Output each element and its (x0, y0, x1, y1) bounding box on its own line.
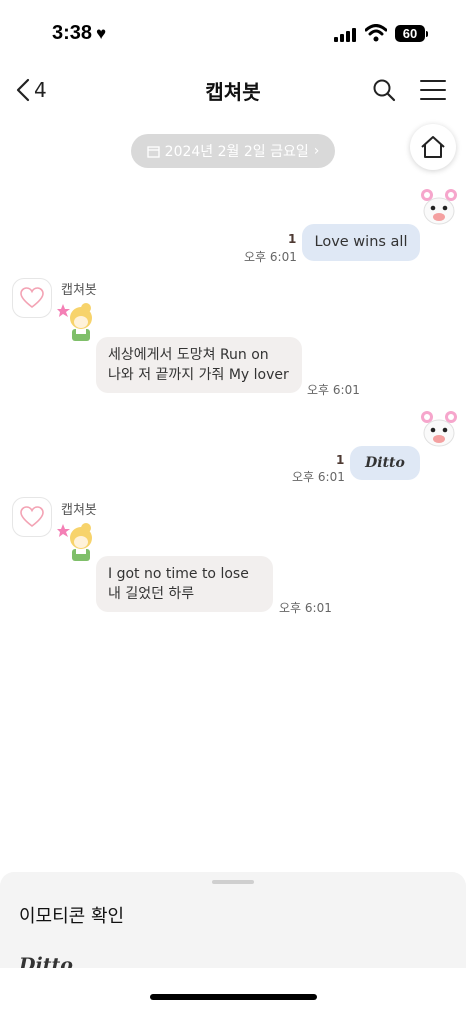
back-chevron-icon (16, 78, 30, 102)
sheet-drag-handle[interactable] (212, 880, 254, 884)
incoming-bubble[interactable]: I got no time to lose 내 길었던 하루 (96, 556, 273, 612)
search-icon[interactable] (372, 78, 396, 102)
heart-profile-icon (20, 506, 44, 528)
home-button[interactable] (410, 124, 456, 170)
wifi-icon (365, 24, 387, 42)
message-line: 내 길었던 하루 (108, 586, 195, 602)
sticker-icon (57, 523, 92, 561)
message-line: 나와 저 끝까지 가줘 My lover (108, 367, 289, 383)
sheet-title: 이모티콘 확인 (19, 906, 125, 927)
menu-icon[interactable] (420, 79, 446, 101)
status-time: 3:38 ♥ (52, 22, 107, 44)
message-time: 오후 6:01 (279, 601, 332, 615)
message-time: 오후 6:01 (244, 250, 297, 264)
sticker-avatar-icon (421, 189, 457, 225)
outgoing-bubble[interactable]: Love wins all (302, 224, 420, 261)
sender-profile[interactable] (12, 497, 52, 537)
signal-icon (334, 27, 356, 42)
date-label: 2024년 2월 2일 금요일 (164, 144, 309, 160)
outgoing-emoticon-bubble[interactable]: Ditto (350, 446, 420, 480)
battery-icon: 60 (395, 25, 425, 42)
home-indicator[interactable] (150, 994, 317, 1000)
date-chip[interactable]: 2024년 2월 2일 금요일 › (131, 134, 335, 168)
back-button[interactable]: 4 (16, 76, 47, 104)
heart-icon: ♥ (96, 24, 107, 43)
message-time: 오후 6:01 (292, 470, 345, 484)
battery-tip (426, 31, 428, 37)
read-count: 1 (288, 232, 297, 246)
calendar-icon (147, 145, 160, 158)
sender-name: 캡쳐봇 (61, 503, 97, 518)
sender-profile[interactable] (12, 278, 52, 318)
message-time: 오후 6:01 (307, 383, 360, 397)
read-count: 1 (336, 453, 345, 467)
home-bar-area (0, 968, 466, 1010)
unread-count: 4 (34, 78, 47, 102)
sticker-icon (57, 303, 92, 341)
sticker-avatar-icon (421, 411, 457, 447)
incoming-bubble[interactable]: 세상에게서 도망쳐 Run on 나와 저 끝까지 가줘 My lover (96, 337, 302, 393)
home-icon (421, 136, 445, 158)
heart-profile-icon (20, 287, 44, 309)
message-line: I got no time to lose (108, 566, 249, 582)
sender-name: 캡쳐봇 (61, 283, 97, 298)
chat-title: 캡쳐봇 (205, 80, 261, 104)
message-line: 세상에게서 도망쳐 Run on (108, 347, 269, 363)
chevron-right-icon: › (313, 143, 320, 159)
